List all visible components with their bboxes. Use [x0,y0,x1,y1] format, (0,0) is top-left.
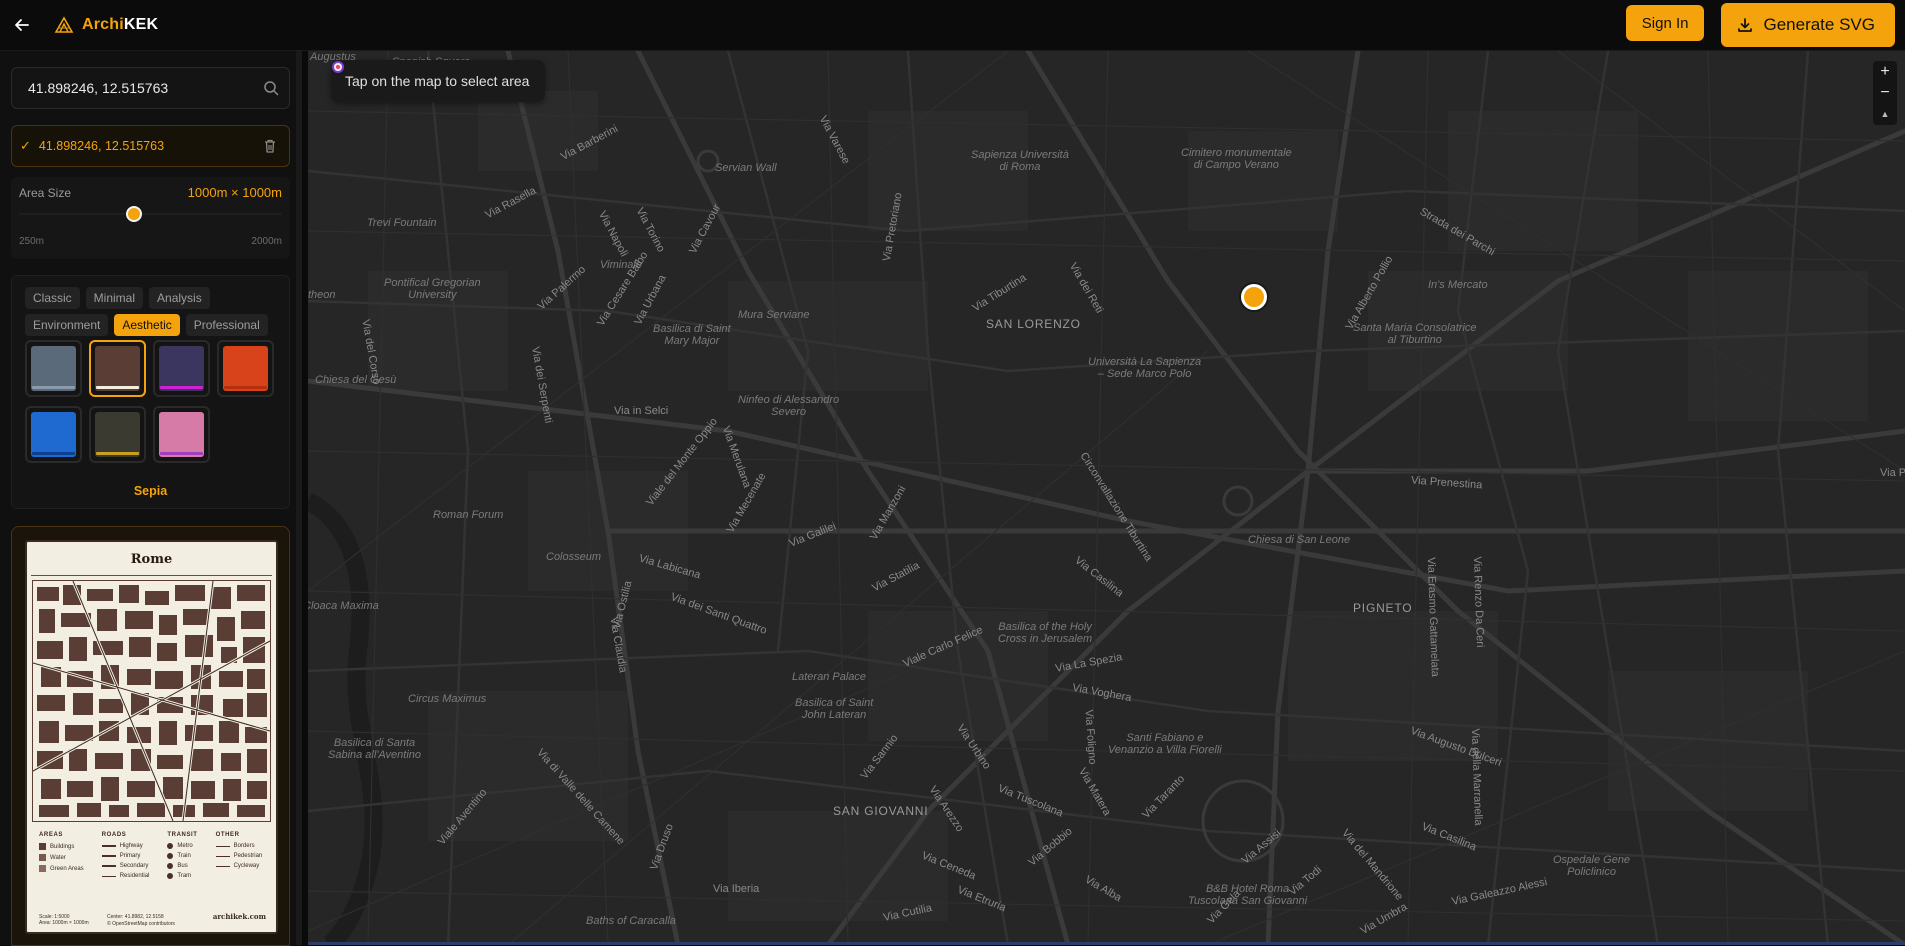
area-size-slider-thumb[interactable] [126,206,142,222]
tab-classic[interactable]: Classic [25,287,80,309]
area-size-track[interactable] [19,213,282,215]
sidebar: ✓ 41.898246, 12.515763 Area Size 1000m ×… [0,51,302,946]
legend-areas: AREAS Buildings Water Green Areas [39,832,84,872]
swatch-accent [96,452,139,455]
swatch-fill [159,346,204,391]
trash-icon[interactable] [263,138,277,157]
search-box [11,67,290,109]
legend-transit: TRANSIT Metro Train Bus Tram [167,832,198,879]
theme-swatches [25,340,285,463]
generate-svg-label: Generate SVG [1763,15,1875,34]
selected-theme-name: Sepia [133,484,168,498]
search-icon[interactable] [253,80,289,96]
swatch-accent [32,386,75,389]
tab-minimal[interactable]: Minimal [85,287,144,309]
map-hint-text: Tap on the map to select area [345,73,530,89]
swatch-fill [159,412,204,457]
swatch-accent [160,452,203,455]
swatch-fill [223,346,268,391]
top-bar: ArchiKEK Sign In Generate SVG [0,0,1905,51]
theme-swatch[interactable] [217,340,274,397]
compass-button[interactable]: ▲ [1873,104,1897,125]
theme-swatch[interactable] [89,406,146,463]
map-canvas[interactable]: Augustus Spanish Square Via Barberini Vi… [308,51,1905,945]
theme-picker: Classic Minimal Analysis Environment Aesthet… [11,275,290,509]
area-size-max: 2000m [251,236,282,247]
theme-swatch[interactable] [153,340,210,397]
area-size-control: Area Size 1000m × 1000m 250m 2000m [11,177,290,259]
swatch-fill [31,346,76,391]
logo-icon [54,16,74,33]
target-icon [332,61,344,73]
selected-location-marker[interactable] [1241,284,1267,310]
area-size-min: 250m [19,236,45,247]
swatch-fill [95,346,140,391]
search-input[interactable] [12,80,253,96]
check-icon: ✓ [20,138,31,153]
app-name: ArchiKEK [82,16,159,33]
theme-tabs: Classic Minimal Analysis Environment Aesthet… [25,287,285,336]
swatch-fill [95,412,140,457]
zoom-controls: + − ▲ [1873,61,1897,125]
zoom-in-button[interactable]: + [1873,61,1897,82]
area-size-value: 1000m × 1000m [187,185,282,200]
swatch-accent [96,386,139,389]
back-arrow-icon[interactable] [12,15,32,35]
poster: Rome AREAS Buildings Water Green Areas R… [25,540,278,934]
swatch-accent [160,386,203,389]
download-icon [1738,18,1753,32]
tab-aesthetic[interactable]: Aesthetic [114,314,180,336]
sign-in-button[interactable]: Sign In [1625,5,1705,41]
poster-legend: AREAS Buildings Water Green Areas ROADS … [39,832,268,883]
theme-swatch[interactable] [25,340,82,397]
swatch-accent [32,452,75,455]
tab-analysis[interactable]: Analysis [149,287,210,309]
theme-swatch[interactable] [153,406,210,463]
poster-divider [31,575,272,576]
poster-title: Rome [130,552,173,567]
theme-swatch[interactable] [89,340,146,397]
legend-other: OTHER Borders Pedestrian Cycleway [215,832,263,869]
generate-svg-button[interactable]: Generate SVG [1721,3,1895,47]
selected-location-text: 41.898246, 12.515763 [38,139,165,153]
zoom-out-button[interactable]: − [1873,82,1897,103]
legend-roads: ROADS Highway Primary Secondary Resident… [101,832,150,879]
theme-swatch[interactable] [25,406,82,463]
swatch-fill [31,412,76,457]
area-size-label: Area Size [19,186,72,200]
map-hint: Tap on the map to select area [331,60,546,102]
tab-environment[interactable]: Environment [25,314,109,336]
poster-map [32,580,271,822]
app-logo[interactable]: ArchiKEK [54,16,158,34]
poster-footer: Scale: 1:5000 Area: 1000m × 1000m Center… [39,912,266,927]
poster-preview: Rome AREAS Buildings Water Green Areas R… [11,526,290,946]
tab-professional[interactable]: Professional [185,314,268,336]
swatch-accent [224,386,267,389]
selected-location: ✓ 41.898246, 12.515763 [11,125,290,167]
